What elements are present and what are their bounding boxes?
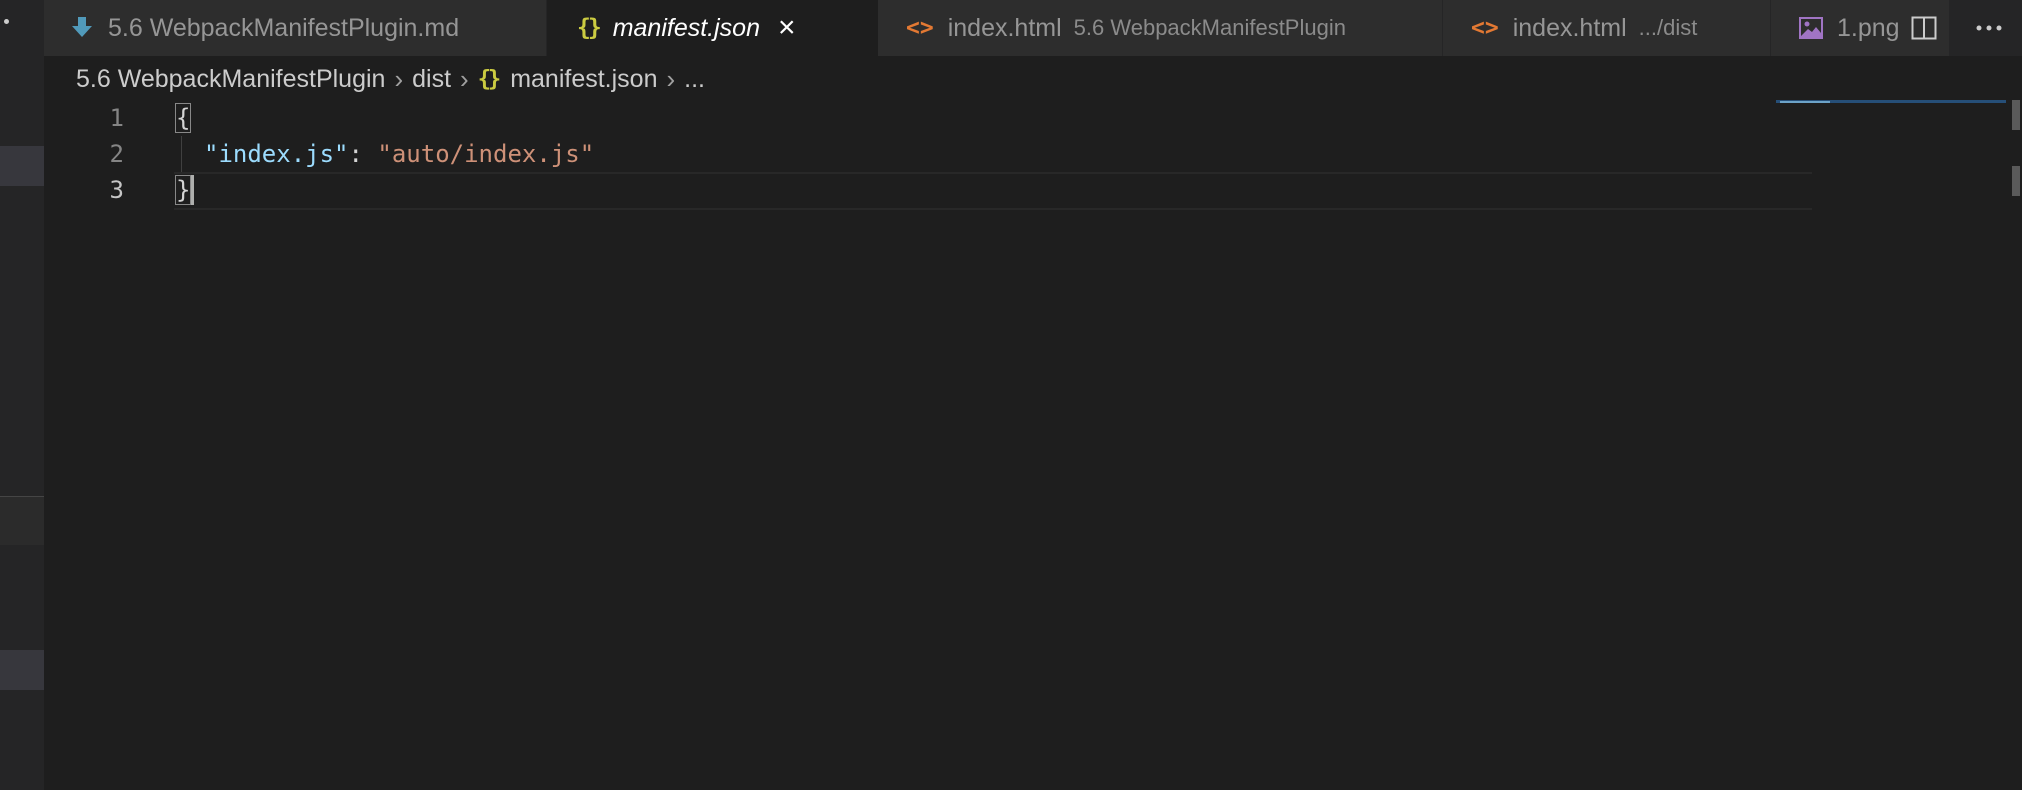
sidebar-selected-item-2[interactable] (0, 650, 44, 690)
more-dot-icon[interactable] (4, 19, 9, 24)
minimap[interactable] (1776, 100, 2006, 110)
breadcrumb: 5.6 WebpackManifestPlugin › dist › {} ma… (76, 60, 705, 98)
breadcrumb-file[interactable]: manifest.json (510, 65, 657, 94)
image-file-icon (1799, 17, 1823, 39)
tab-label: 1.png (1837, 13, 1900, 42)
activity-sidebar-strip (0, 0, 44, 790)
tab-index-html-dist[interactable]: <> index.html .../dist (1443, 0, 1770, 56)
tab-label: index.html (1512, 13, 1627, 42)
code-line: 1 { (44, 100, 1764, 136)
chevron-right-icon: › (666, 63, 676, 94)
tab-label: manifest.json (612, 13, 760, 42)
tab-label: index.html (947, 13, 1062, 42)
indent-guide (181, 136, 182, 172)
editor-actions (1892, 0, 2022, 56)
editor-tab-bar: 5.6 WebpackManifestPlugin.md {} manifest… (44, 0, 2022, 56)
line-number: 3 (109, 176, 124, 204)
json-string-value: "auto/index.js" (377, 140, 595, 168)
chevron-right-icon: › (394, 63, 404, 94)
json-key: "index.js" (204, 140, 349, 168)
sidebar-section-header[interactable] (0, 497, 44, 545)
markdown-download-icon (72, 17, 92, 39)
text-cursor (191, 175, 194, 205)
close-icon[interactable]: × (778, 13, 796, 43)
tab-manifest-json[interactable]: {} manifest.json × (547, 0, 878, 56)
vertical-scrollbar[interactable] (2008, 100, 2022, 790)
json-braces-icon: {} (577, 15, 602, 41)
brace-match: { (174, 103, 192, 133)
code-text: { (174, 103, 192, 133)
code-text: "index.js": "auto/index.js" (204, 140, 594, 168)
code-text: } (174, 175, 192, 205)
code-line: 2 "index.js": "auto/index.js" (44, 136, 1764, 172)
breadcrumb-more[interactable]: ... (684, 65, 705, 94)
json-colon: : (348, 140, 378, 168)
tab-description: .../dist (1638, 15, 1698, 40)
line-number: 1 (109, 104, 124, 132)
sidebar-selected-item[interactable] (0, 146, 44, 186)
tab-index-html-plugin[interactable]: <> index.html 5.6 WebpackManifestPlugin (878, 0, 1442, 56)
tab-label: 5.6 WebpackManifestPlugin.md (108, 13, 460, 42)
more-actions-icon[interactable] (1975, 24, 2003, 32)
scrollbar-cursor-marker (2012, 166, 2020, 196)
breadcrumb-folder[interactable]: 5.6 WebpackManifestPlugin (76, 65, 385, 94)
tab-markdown[interactable]: 5.6 WebpackManifestPlugin.md (44, 0, 546, 56)
line-number: 2 (109, 140, 124, 168)
html-code-icon: <> (1471, 15, 1499, 41)
code-line: 3 } (44, 172, 1764, 208)
chevron-right-icon: › (460, 63, 469, 94)
json-braces-icon: {} (477, 66, 501, 92)
code-editor[interactable]: 1 { 2 "index.js": "auto/index.js" 3 } (44, 100, 2022, 790)
html-code-icon: <> (906, 15, 934, 41)
breadcrumb-subfolder[interactable]: dist (412, 65, 451, 94)
split-editor-icon[interactable] (1911, 16, 1937, 40)
tab-description: 5.6 WebpackManifestPlugin (1073, 15, 1346, 40)
scrollbar-thumb[interactable] (2012, 100, 2020, 130)
minimap-code (1780, 101, 1830, 103)
brace-match: } (174, 175, 192, 205)
